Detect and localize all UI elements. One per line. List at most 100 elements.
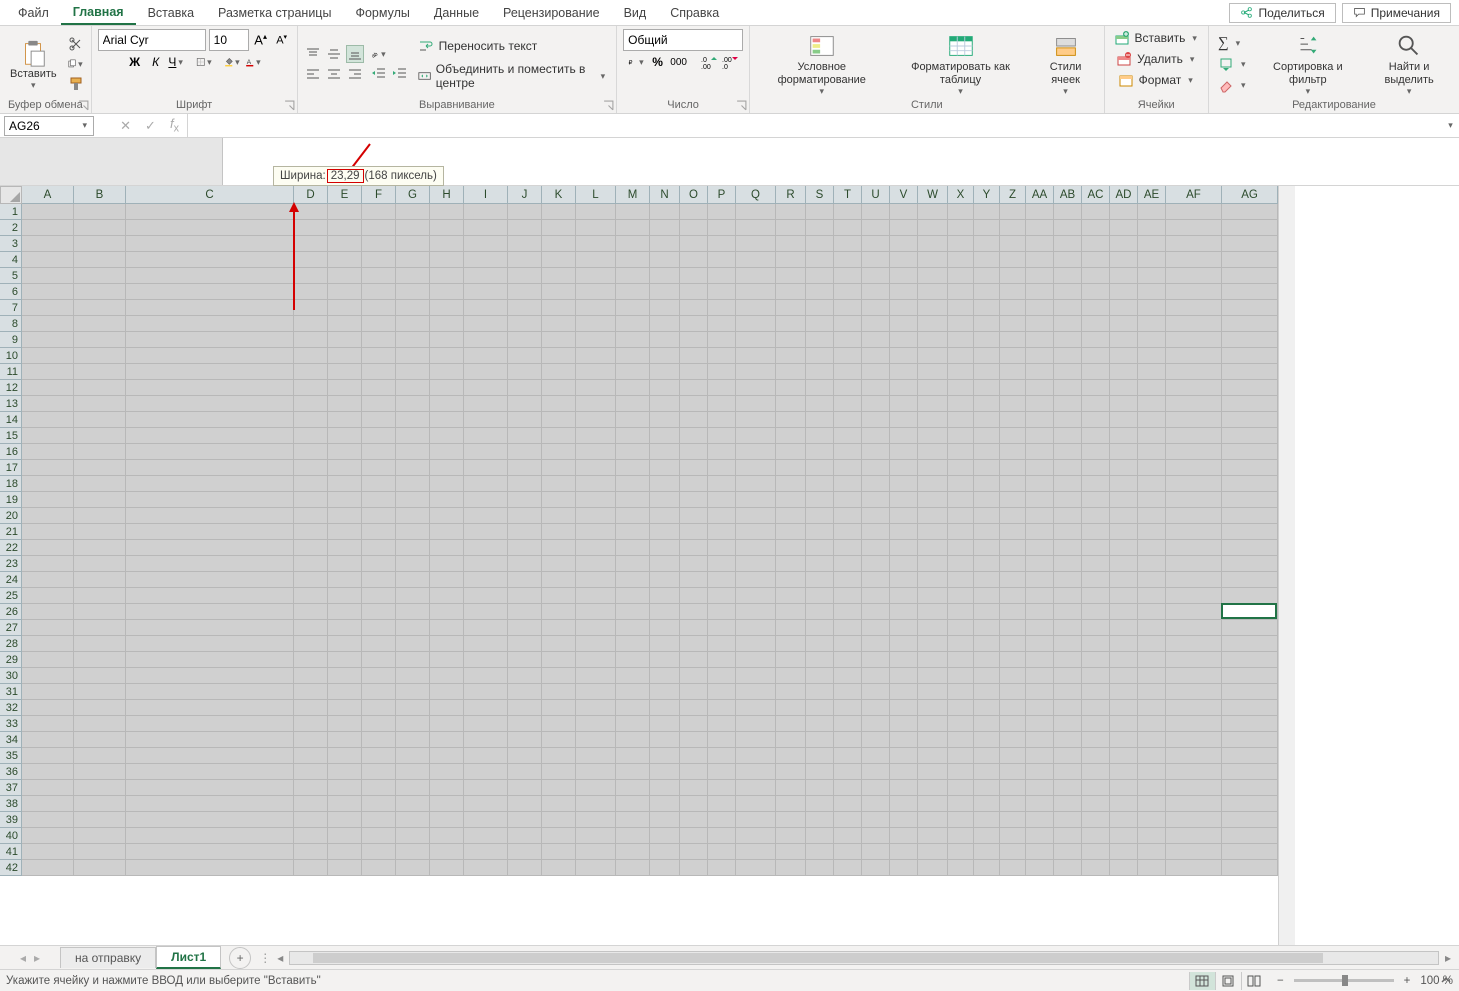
align-middle-button[interactable] — [325, 45, 343, 63]
row-header-39[interactable]: 39 — [0, 812, 22, 828]
tab-page-layout[interactable]: Разметка страницы — [206, 2, 343, 24]
column-header-AB[interactable]: AB — [1054, 186, 1082, 204]
column-header-J[interactable]: J — [508, 186, 542, 204]
tab-file[interactable]: Файл — [6, 2, 61, 24]
cancel-formula-button[interactable]: ✕ — [120, 118, 131, 134]
row-header-10[interactable]: 10 — [0, 348, 22, 364]
formula-input[interactable] — [188, 114, 1442, 137]
column-header-X[interactable]: X — [948, 186, 974, 204]
column-header-Y[interactable]: Y — [974, 186, 1000, 204]
row-header-38[interactable]: 38 — [0, 796, 22, 812]
row-header-15[interactable]: 15 — [0, 428, 22, 444]
underline-button[interactable]: Ч▾ — [168, 53, 186, 71]
row-header-27[interactable]: 27 — [0, 620, 22, 636]
font-dialog-launcher[interactable] — [284, 100, 295, 111]
fill-color-button[interactable]: ▾ — [224, 53, 242, 71]
vertical-scrollbar[interactable] — [1278, 186, 1295, 945]
column-header-H[interactable]: H — [430, 186, 464, 204]
column-header-AG[interactable]: AG — [1222, 186, 1278, 204]
row-header-40[interactable]: 40 — [0, 828, 22, 844]
row-header-36[interactable]: 36 — [0, 764, 22, 780]
column-header-D[interactable]: D — [294, 186, 328, 204]
column-header-Q[interactable]: Q — [736, 186, 776, 204]
autosum-button[interactable]: ∑▾ — [1215, 34, 1251, 53]
horizontal-scrollbar[interactable] — [289, 951, 1439, 965]
tab-review[interactable]: Рецензирование — [491, 2, 612, 24]
row-header-30[interactable]: 30 — [0, 668, 22, 684]
column-header-F[interactable]: F — [362, 186, 396, 204]
column-header-AC[interactable]: AC — [1082, 186, 1110, 204]
column-header-W[interactable]: W — [918, 186, 948, 204]
row-header-11[interactable]: 11 — [0, 364, 22, 380]
row-header-34[interactable]: 34 — [0, 732, 22, 748]
tab-view[interactable]: Вид — [612, 2, 659, 24]
tab-home[interactable]: Главная — [61, 1, 136, 25]
number-dialog-launcher[interactable] — [736, 100, 747, 111]
comma-format-button[interactable]: 000 — [670, 53, 688, 71]
format-painter-button[interactable] — [67, 75, 85, 93]
share-button[interactable]: Поделиться — [1229, 3, 1335, 23]
wrap-text-button[interactable]: Переносить текст — [415, 37, 610, 55]
clipboard-dialog-launcher[interactable] — [78, 100, 89, 111]
increase-indent-button[interactable] — [391, 65, 409, 83]
column-header-S[interactable]: S — [806, 186, 834, 204]
bold-button[interactable]: Ж — [126, 53, 144, 71]
view-page-layout-button[interactable] — [1215, 972, 1241, 990]
row-header-26[interactable]: 26 — [0, 604, 22, 620]
copy-button[interactable]: ▾ — [67, 55, 85, 73]
expand-formula-bar-button[interactable]: ▾ — [1442, 120, 1459, 131]
tab-help[interactable]: Справка — [658, 2, 731, 24]
font-color-button[interactable]: A▾ — [245, 53, 263, 71]
column-header-M[interactable]: M — [616, 186, 650, 204]
row-header-17[interactable]: 17 — [0, 460, 22, 476]
active-cell[interactable] — [1221, 603, 1277, 619]
row-header-28[interactable]: 28 — [0, 636, 22, 652]
percent-format-button[interactable]: % — [649, 53, 667, 71]
column-header-C[interactable]: C — [126, 186, 294, 204]
insert-function-button[interactable]: fx — [170, 116, 179, 135]
zoom-in-button[interactable]: + — [1404, 975, 1411, 987]
insert-cells-button[interactable]: Вставить▾ — [1111, 29, 1202, 47]
clear-button[interactable]: ▾ — [1215, 77, 1251, 95]
add-sheet-button[interactable]: + — [229, 947, 251, 969]
fill-button[interactable]: ▾ — [1215, 56, 1251, 74]
enter-formula-button[interactable]: ✓ — [145, 118, 156, 134]
row-header-6[interactable]: 6 — [0, 284, 22, 300]
column-header-L[interactable]: L — [576, 186, 616, 204]
view-normal-button[interactable] — [1189, 972, 1215, 990]
decrease-decimal-button[interactable]: .00.0 — [721, 53, 739, 71]
borders-button[interactable]: ▾ — [196, 53, 214, 71]
conditional-formatting-button[interactable]: Условное форматирование▾ — [756, 29, 887, 99]
row-header-4[interactable]: 4 — [0, 252, 22, 268]
column-header-G[interactable]: G — [396, 186, 430, 204]
row-header-5[interactable]: 5 — [0, 268, 22, 284]
column-header-O[interactable]: O — [680, 186, 708, 204]
find-select-button[interactable]: Найти и выделить▾ — [1365, 29, 1453, 99]
align-center-button[interactable] — [325, 65, 343, 83]
row-header-8[interactable]: 8 — [0, 316, 22, 332]
number-format-select[interactable] — [623, 29, 743, 51]
tab-formulas[interactable]: Формулы — [343, 2, 421, 24]
select-all-corner[interactable] — [0, 186, 22, 204]
increase-decimal-button[interactable]: .0.00 — [700, 53, 718, 71]
column-header-AA[interactable]: AA — [1026, 186, 1054, 204]
row-header-21[interactable]: 21 — [0, 524, 22, 540]
row-header-20[interactable]: 20 — [0, 508, 22, 524]
row-header-3[interactable]: 3 — [0, 236, 22, 252]
sheet-nav-prev[interactable]: ◂ — [20, 951, 26, 965]
row-header-25[interactable]: 25 — [0, 588, 22, 604]
merge-center-button[interactable]: Объединить и поместить в центре▾ — [415, 61, 610, 91]
row-header-1[interactable]: 1 — [0, 204, 22, 220]
row-header-2[interactable]: 2 — [0, 220, 22, 236]
sheet-tab-1[interactable]: на отправку — [60, 947, 156, 968]
column-header-AD[interactable]: AD — [1110, 186, 1138, 204]
hscroll-left[interactable]: ◂ — [277, 951, 283, 965]
row-header-32[interactable]: 32 — [0, 700, 22, 716]
row-header-33[interactable]: 33 — [0, 716, 22, 732]
row-header-42[interactable]: 42 — [0, 860, 22, 876]
format-cells-button[interactable]: Формат▾ — [1115, 71, 1198, 89]
paste-button[interactable]: Вставить▾ — [6, 36, 61, 93]
accounting-format-button[interactable]: ₽▾ — [628, 53, 646, 71]
column-header-T[interactable]: T — [834, 186, 862, 204]
zoom-slider[interactable] — [1294, 979, 1394, 982]
